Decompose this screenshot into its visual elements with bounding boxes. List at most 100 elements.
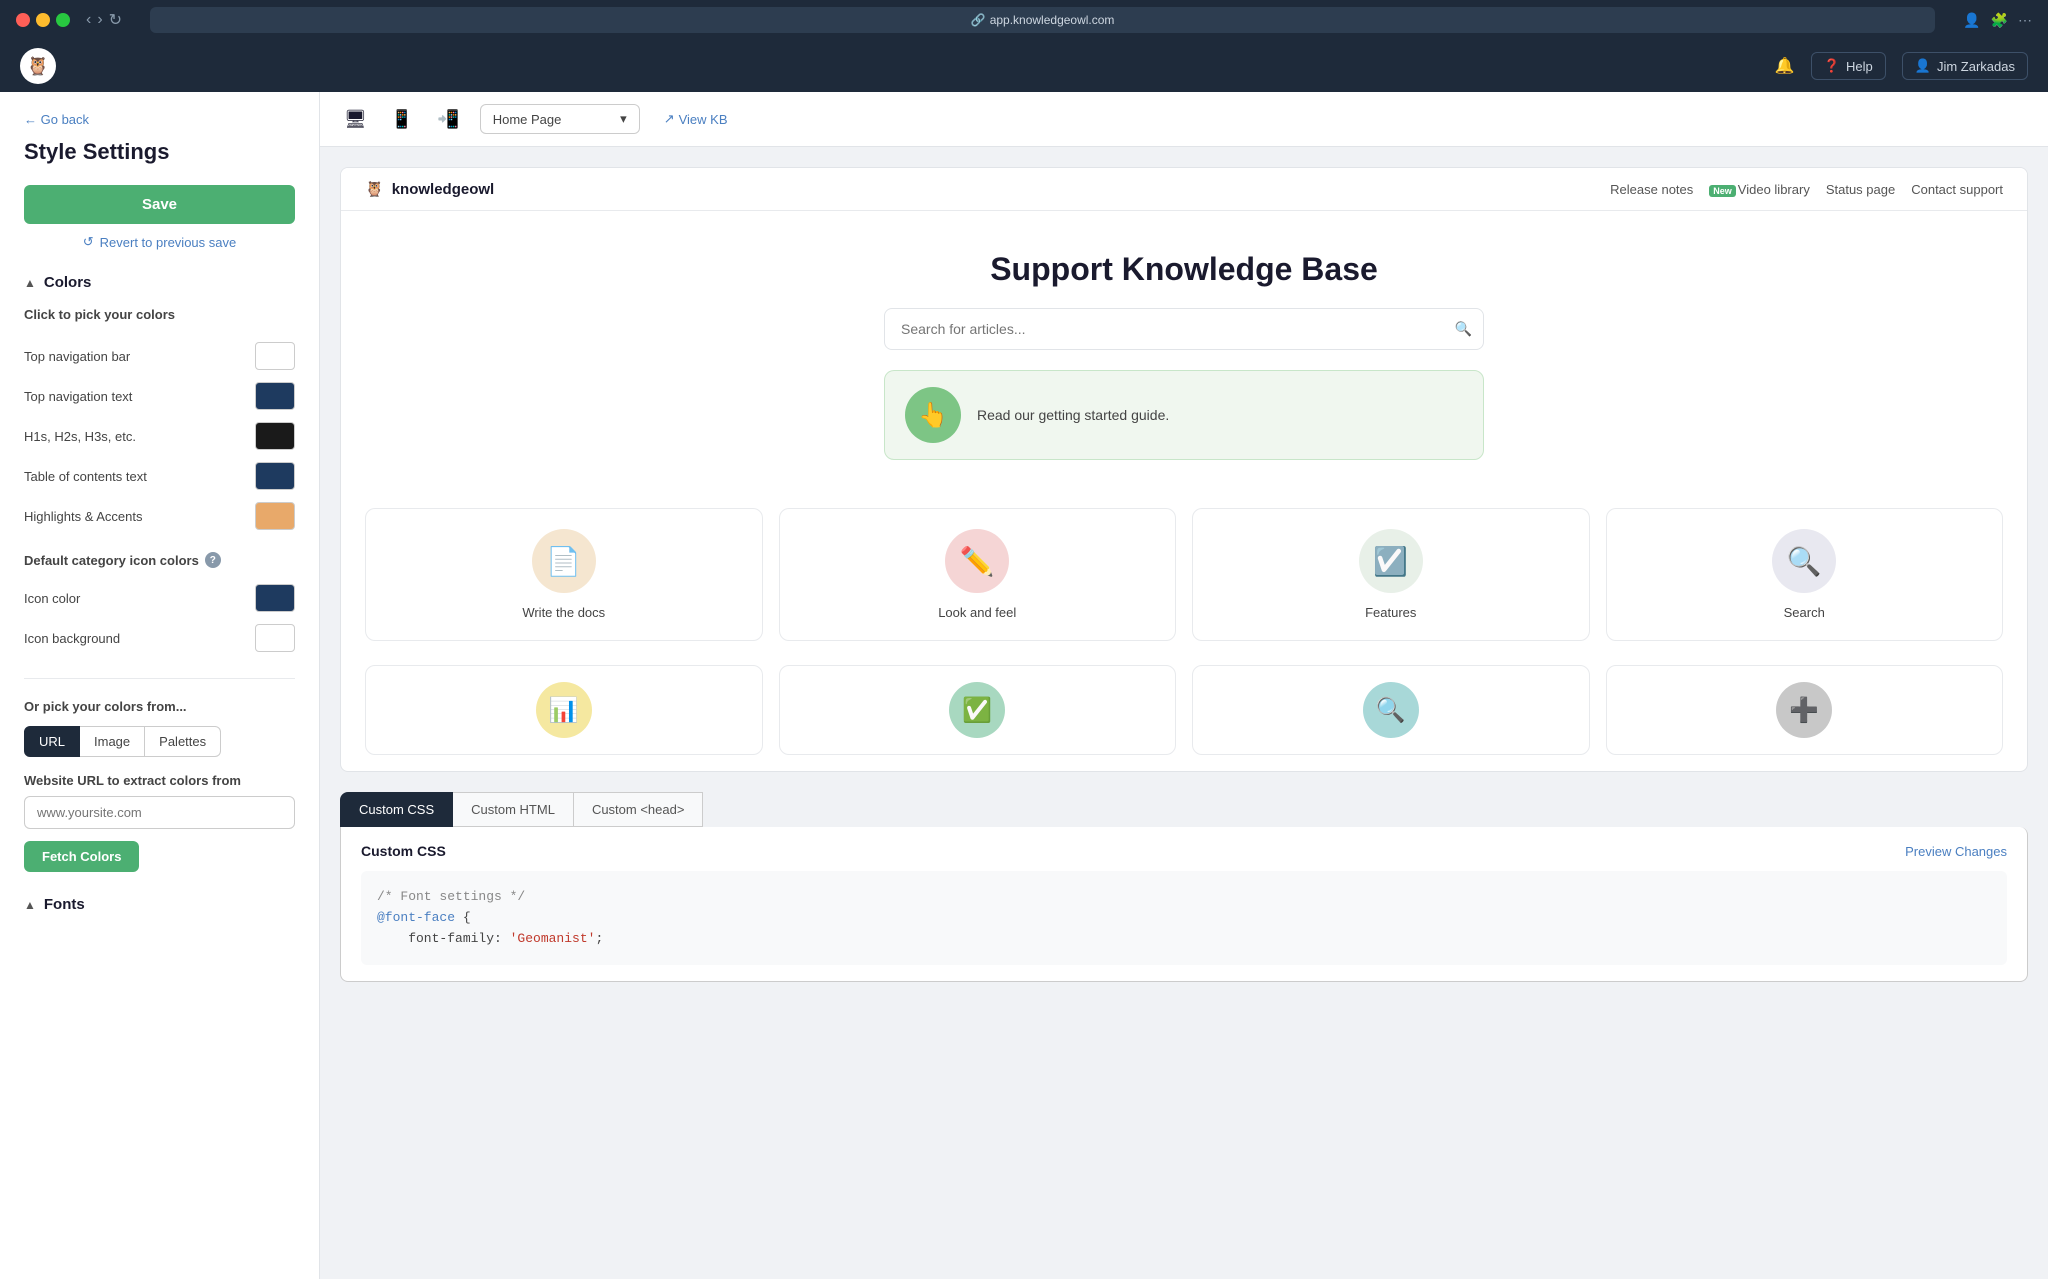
color-label-icon-bg: Icon background — [24, 631, 120, 646]
kb-nav-contact[interactable]: Contact support — [1911, 182, 2003, 197]
kb-hero-title: Support Knowledge Base — [365, 251, 2003, 288]
code-line-1: /* Font settings */ — [377, 887, 1991, 908]
page-dropdown[interactable]: Home Page ▾ — [480, 104, 640, 134]
reload-button[interactable]: ↻ — [109, 10, 122, 30]
kb-card-icon-search: 🔍 — [1772, 529, 1836, 593]
help-icon: ❓ — [1824, 58, 1840, 74]
kb-partial-card-2[interactable]: ✅ — [779, 665, 1177, 755]
app-logo[interactable]: 🦉 — [20, 48, 56, 84]
code-editor[interactable]: /* Font settings */ @font-face { font-fa… — [361, 871, 2007, 965]
kb-logo-text: knowledgeowl — [392, 181, 495, 198]
kb-card-write-docs[interactable]: 📄 Write the docs — [365, 508, 763, 641]
notification-bell[interactable]: 🔔 — [1775, 56, 1795, 76]
kb-partial-icon-2: ✅ — [949, 682, 1005, 738]
color-swatch-topnav-text[interactable] — [255, 382, 295, 410]
kb-card-label-features: Features — [1209, 605, 1573, 620]
browser-controls — [16, 13, 70, 27]
color-swatch-icon-color[interactable] — [255, 584, 295, 612]
save-button[interactable]: Save — [24, 185, 295, 224]
header-right: 🔔 ❓ Help 👤 Jim Zarkadas — [1775, 52, 2028, 80]
color-row-highlights: Highlights & Accents — [24, 496, 295, 536]
lock-icon: 🔗 — [971, 13, 986, 27]
kb-partial-card-4[interactable]: ➕ — [1606, 665, 2004, 755]
color-label-topnav-bar: Top navigation bar — [24, 349, 130, 364]
colors-section-label: Colors — [44, 274, 92, 291]
color-swatch-toc-text[interactable] — [255, 462, 295, 490]
code-panel-title: Custom CSS — [361, 843, 446, 859]
user-menu-button[interactable]: 👤 Jim Zarkadas — [1902, 52, 2028, 80]
code-line-3: font-family: 'Geomanist'; — [377, 929, 1991, 950]
revert-link[interactable]: ↺ Revert to previous save — [24, 234, 295, 250]
getting-started-icon: 👆 — [905, 387, 961, 443]
tab-image[interactable]: Image — [80, 726, 145, 757]
close-button[interactable] — [16, 13, 30, 27]
color-swatch-highlights[interactable] — [255, 502, 295, 530]
color-row-icon-color: Icon color — [24, 578, 295, 618]
forward-arrow[interactable]: › — [97, 11, 102, 29]
color-row-icon-bg: Icon background — [24, 618, 295, 658]
kb-search-input[interactable] — [884, 308, 1484, 350]
preview-area: 🖥 📱 📲 Home Page ▾ ↗ View KB 🦉 knowledgeo… — [320, 92, 2048, 1279]
device-desktop-button[interactable]: 🖥 — [340, 105, 371, 134]
back-arrow[interactable]: ‹ — [86, 11, 91, 29]
tab-url[interactable]: URL — [24, 726, 80, 757]
logo-emoji: 🦉 — [27, 56, 49, 77]
view-kb-label: View KB — [679, 112, 728, 127]
colors-section-header[interactable]: ▲ Colors — [24, 274, 295, 291]
user-icon: 👤 — [1915, 58, 1931, 74]
kb-card-search[interactable]: 🔍 Search — [1606, 508, 2004, 641]
go-back-link[interactable]: ← Go back — [24, 112, 295, 127]
fonts-section-header[interactable]: ▲ Fonts — [24, 896, 295, 913]
minimize-button[interactable] — [36, 13, 50, 27]
help-label: Help — [1846, 59, 1873, 74]
color-swatch-icon-bg[interactable] — [255, 624, 295, 652]
external-link-icon: ↗ — [664, 111, 675, 127]
kb-card-label-search: Search — [1623, 605, 1987, 620]
fonts-arrow-icon: ▲ — [24, 898, 36, 912]
browser-chrome: ‹ › ↻ 🔗 app.knowledgeowl.com 👤 🧩 ⋯ — [0, 0, 2048, 40]
menu-icon[interactable]: ⋯ — [2018, 12, 2032, 29]
profile-icon[interactable]: 👤 — [1963, 12, 1980, 29]
maximize-button[interactable] — [56, 13, 70, 27]
divider — [24, 678, 295, 679]
kb-preview-frame: 🦉 knowledgeowl Release notes NewVideo li… — [340, 167, 2028, 772]
color-swatch-headings[interactable] — [255, 422, 295, 450]
color-row-headings: H1s, H2s, H3s, etc. — [24, 416, 295, 456]
device-tablet-button[interactable]: 📱 — [387, 105, 417, 134]
color-row-toc-text: Table of contents text — [24, 456, 295, 496]
address-bar[interactable]: 🔗 app.knowledgeowl.com — [150, 7, 1935, 33]
code-tabs: Custom CSS Custom HTML Custom <head> — [340, 792, 2028, 827]
preview-toolbar: 🖥 📱 📲 Home Page ▾ ↗ View KB — [320, 92, 2048, 147]
colors-arrow-icon: ▲ — [24, 276, 36, 290]
kb-search-bar: 🔍 — [884, 308, 1484, 350]
url-input[interactable] — [24, 796, 295, 829]
revert-label: Revert to previous save — [100, 235, 237, 250]
new-badge: New — [1709, 185, 1736, 197]
kb-nav-video-library[interactable]: NewVideo library — [1709, 182, 1810, 197]
kb-nav-status[interactable]: Status page — [1826, 182, 1895, 197]
view-kb-link[interactable]: ↗ View KB — [664, 111, 728, 127]
color-source-tabs: URL Image Palettes — [24, 726, 295, 757]
extension-icon[interactable]: 🧩 — [1991, 12, 2008, 29]
preview-changes-link[interactable]: Preview Changes — [1905, 844, 2007, 859]
device-mobile-button[interactable]: 📲 — [433, 105, 463, 134]
kb-cards-row2: 📊 ✅ 🔍 ➕ — [341, 665, 2027, 771]
kb-card-icon-features: ☑️ — [1359, 529, 1423, 593]
help-button[interactable]: ❓ Help — [1811, 52, 1886, 80]
kb-partial-card-3[interactable]: 🔍 — [1192, 665, 1590, 755]
tab-custom-html[interactable]: Custom HTML — [453, 792, 574, 827]
color-swatch-topnav-bar[interactable] — [255, 342, 295, 370]
kb-nav-release-notes[interactable]: Release notes — [1610, 182, 1693, 197]
fetch-colors-button[interactable]: Fetch Colors — [24, 841, 139, 872]
getting-started-banner[interactable]: 👆 Read our getting started guide. — [884, 370, 1484, 460]
pick-colors-label: Or pick your colors from... — [24, 699, 295, 714]
icon-colors-label: Default category icon colors — [24, 553, 199, 568]
kb-card-look-feel[interactable]: ✏️ Look and feel — [779, 508, 1177, 641]
chevron-down-icon: ▾ — [620, 111, 627, 127]
tab-palettes[interactable]: Palettes — [145, 726, 221, 757]
help-tooltip-icon[interactable]: ? — [205, 552, 221, 568]
tab-custom-head[interactable]: Custom <head> — [574, 792, 704, 827]
tab-custom-css[interactable]: Custom CSS — [340, 792, 453, 827]
kb-card-features[interactable]: ☑️ Features — [1192, 508, 1590, 641]
kb-partial-card-1[interactable]: 📊 — [365, 665, 763, 755]
